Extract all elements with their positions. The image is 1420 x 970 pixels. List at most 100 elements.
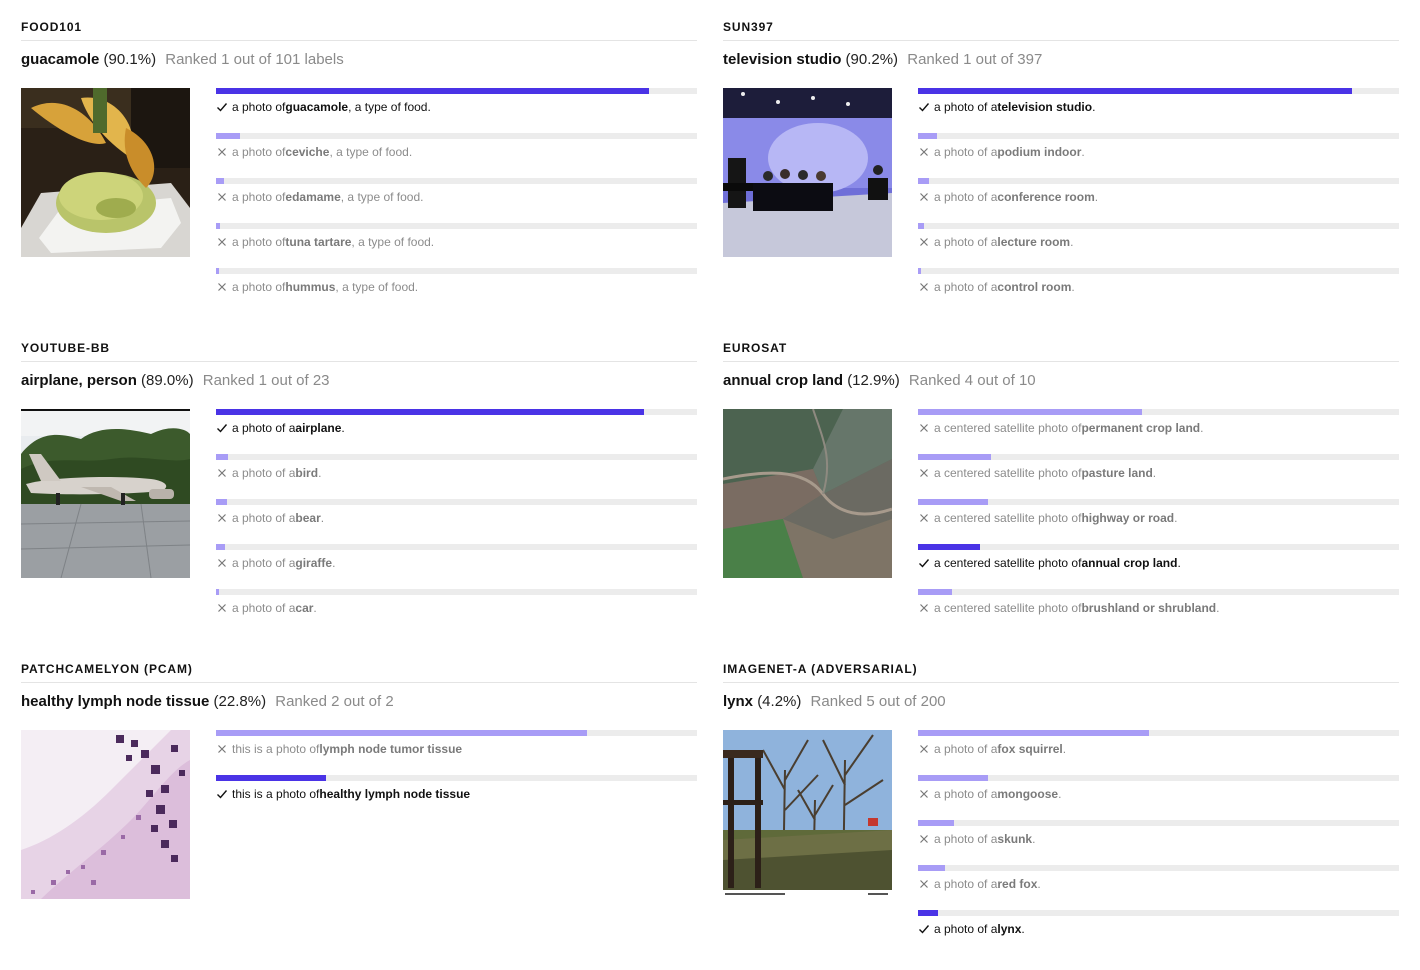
- dataset-name: PATCHCAMELYON (PCAM): [21, 662, 193, 676]
- prediction-prefix: a photo of a: [934, 832, 998, 846]
- score-bar-fill: [918, 730, 1150, 736]
- prediction-row: a photo of a airplane.: [216, 409, 697, 449]
- prediction-row: a photo of a bear.: [216, 499, 697, 539]
- prediction-label: tuna tartare: [285, 235, 352, 249]
- result-headline: guacamole (90.1%) Ranked 1 out of 101 la…: [21, 51, 344, 68]
- prediction-row: a photo of a bird.: [216, 454, 697, 494]
- score-bar-track: [918, 820, 1399, 826]
- tissue-photo: [21, 730, 190, 899]
- cross-icon: [918, 422, 930, 434]
- cross-icon: [216, 281, 228, 293]
- prediction-prefix: a photo of a: [934, 922, 998, 936]
- score-bar-fill: [216, 133, 240, 139]
- prediction-row: a photo of guacamole, a type of food.: [216, 88, 697, 128]
- score-bar-fill: [918, 865, 945, 871]
- prediction-label: guacamole: [285, 100, 349, 114]
- television-studio-photo: [723, 88, 892, 257]
- dataset-name: FOOD101: [21, 20, 82, 34]
- prediction-prefix: a centered satellite photo of: [934, 466, 1082, 480]
- cross-icon: [918, 467, 930, 479]
- prediction-prefix: a photo of: [232, 190, 286, 204]
- score-bar-fill: [918, 544, 981, 550]
- park-photo: [723, 730, 892, 899]
- confidence: (90.1%): [103, 51, 157, 68]
- score-bar-fill: [216, 589, 220, 595]
- prediction-label: hummus: [285, 280, 336, 294]
- score-bar-fill: [216, 775, 326, 781]
- prediction-label: ceviche: [285, 145, 330, 159]
- cross-icon: [216, 512, 228, 524]
- score-bar-track: [918, 910, 1399, 916]
- score-bar-fill: [918, 223, 924, 229]
- prediction-suffix: , a type of food.: [351, 235, 435, 249]
- score-bar-track: [918, 133, 1399, 139]
- score-bar-track: [216, 454, 697, 460]
- score-bar-track: [216, 589, 697, 595]
- prediction-prefix: a photo of a: [934, 877, 998, 891]
- score-bar-fill: [918, 178, 929, 184]
- rank-text: Ranked 1 out of 101 labels: [165, 51, 344, 68]
- prediction-row: a photo of a conference room.: [918, 178, 1399, 218]
- prediction-label: bear: [295, 511, 321, 525]
- score-bar-fill: [216, 499, 227, 505]
- prediction-suffix: .: [1062, 742, 1067, 756]
- prediction-prefix: this is a photo of: [232, 742, 320, 756]
- panel-eurosat: EUROSAT annual crop land (12.9%) Ranked …: [723, 341, 1399, 641]
- rank-text: Ranked 1 out of 397: [907, 51, 1043, 68]
- confidence: (22.8%): [213, 693, 267, 710]
- prediction-prefix: a centered satellite photo of: [934, 601, 1082, 615]
- check-icon: [918, 557, 930, 569]
- rank-text: Ranked 1 out of 23: [202, 372, 330, 389]
- prediction-suffix: .: [313, 601, 317, 615]
- prediction-suffix: , a type of food.: [340, 190, 424, 204]
- prediction-row: a photo of a fox squirrel.: [918, 730, 1399, 770]
- prediction-label: lymph node tumor tissue: [319, 742, 463, 756]
- score-bar-track: [918, 178, 1399, 184]
- prediction-label: giraffe: [295, 556, 333, 570]
- prediction-row: a photo of a television studio.: [918, 88, 1399, 128]
- true-label: annual crop land: [723, 372, 844, 389]
- score-bar-fill: [216, 544, 226, 550]
- panel-pcam: PATCHCAMELYON (PCAM) healthy lymph node …: [21, 662, 697, 962]
- score-bar-track: [918, 730, 1399, 736]
- score-bar-track: [216, 223, 697, 229]
- prediction-suffix: .: [1032, 832, 1036, 846]
- prediction-row: a photo of a giraffe.: [216, 544, 697, 584]
- check-icon: [918, 101, 930, 113]
- cross-icon: [216, 191, 228, 203]
- score-bar-fill: [918, 133, 937, 139]
- guacamole-photo: [21, 88, 190, 257]
- true-label: guacamole: [21, 51, 100, 68]
- prediction-row: a photo of a lecture room.: [918, 223, 1399, 263]
- prediction-prefix: a photo of: [232, 145, 286, 159]
- rank-text: Ranked 5 out of 200: [810, 693, 946, 710]
- confidence: (4.2%): [757, 693, 802, 710]
- prediction-label: lecture room: [997, 235, 1071, 249]
- prediction-label: mongoose: [997, 787, 1059, 801]
- prediction-suffix: .: [320, 511, 325, 525]
- score-bar-fill: [918, 589, 953, 595]
- cross-icon: [216, 602, 228, 614]
- prediction-prefix: a photo of a: [232, 421, 296, 435]
- result-headline: healthy lymph node tissue (22.8%) Ranked…: [21, 693, 394, 710]
- score-bar-track: [216, 499, 697, 505]
- cross-icon: [216, 557, 228, 569]
- prediction-suffix: .: [1216, 601, 1220, 615]
- prediction-row: a photo of a lynx.: [918, 910, 1399, 950]
- result-headline: lynx (4.2%) Ranked 5 out of 200: [723, 693, 946, 710]
- prediction-row: a photo of tuna tartare, a type of food.: [216, 223, 697, 263]
- score-bar-track: [918, 223, 1399, 229]
- score-bar-track: [918, 775, 1399, 781]
- prediction-prefix: a photo of a: [934, 280, 998, 294]
- score-bar-fill: [216, 178, 225, 184]
- prediction-prefix: a photo of a: [934, 787, 998, 801]
- prediction-label: pasture land: [1081, 466, 1153, 480]
- prediction-prefix: a photo of a: [232, 601, 296, 615]
- cross-icon: [918, 512, 930, 524]
- cross-icon: [918, 281, 930, 293]
- true-label: healthy lymph node tissue: [21, 693, 210, 710]
- prediction-suffix: .: [1092, 100, 1096, 114]
- prediction-prefix: a photo of a: [934, 235, 998, 249]
- prediction-suffix: .: [332, 556, 336, 570]
- prediction-label: bird: [295, 466, 319, 480]
